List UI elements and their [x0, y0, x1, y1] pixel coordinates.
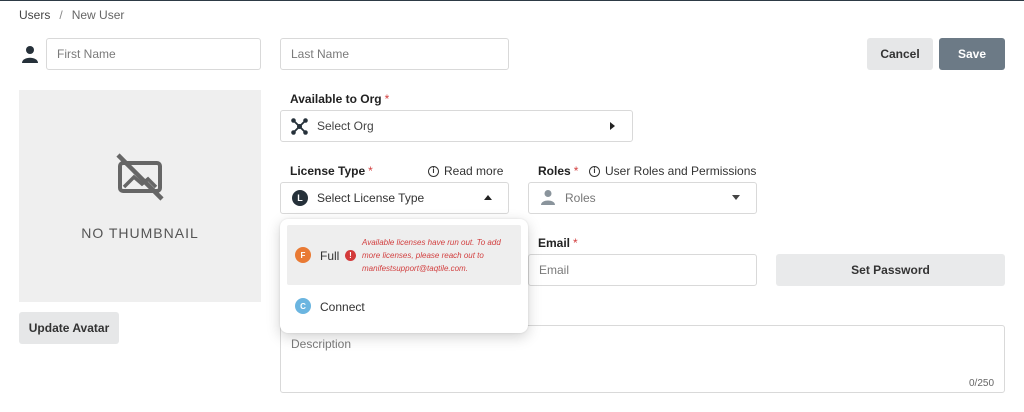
email-field[interactable]: Email	[528, 254, 757, 286]
org-icon	[291, 118, 308, 135]
no-thumbnail-text: NO THUMBNAIL	[81, 225, 199, 241]
description-char-count: 0/250	[969, 378, 995, 389]
info-icon: i	[428, 165, 439, 177]
user-icon	[22, 46, 38, 63]
required-marker: *	[368, 164, 373, 178]
full-license-badge: F	[295, 247, 311, 263]
user-roles-icon	[541, 190, 555, 205]
caret-up-icon	[484, 195, 492, 200]
no-image-icon	[116, 153, 164, 201]
license-badge: L	[292, 190, 308, 206]
email-label: Email *	[538, 236, 578, 250]
set-password-button[interactable]: Set Password	[776, 254, 1005, 286]
breadcrumb-users-link[interactable]: Users	[19, 8, 50, 22]
read-more-link[interactable]: i Read more	[428, 164, 503, 178]
roles-dropdown[interactable]: Roles	[528, 182, 757, 214]
license-type-label: License Type *	[290, 164, 373, 178]
breadcrumb-current: New User	[71, 8, 125, 22]
select-org-dropdown[interactable]: Select Org	[280, 110, 633, 142]
description-textarea[interactable]: Description	[280, 325, 1005, 393]
update-avatar-button[interactable]: Update Avatar	[19, 312, 119, 344]
first-name-input[interactable]: First Name	[46, 38, 261, 70]
license-option-connect[interactable]: Connect	[320, 300, 365, 314]
license-type-dropdown[interactable]: Select License Type	[280, 182, 509, 214]
chevron-right-icon	[610, 122, 615, 130]
required-marker: *	[384, 92, 390, 106]
org-label: Available to Org *	[290, 92, 390, 106]
info-icon: i	[589, 165, 600, 177]
read-more-text: Read more	[444, 164, 504, 178]
full-option-label: Full	[320, 249, 340, 263]
caret-down-icon	[732, 195, 740, 200]
roles-permissions-link[interactable]: i User Roles and Permissions	[589, 164, 756, 178]
cancel-button[interactable]: Cancel	[867, 38, 933, 70]
save-button[interactable]: Save	[939, 38, 1005, 70]
license-warning-text: Available licenses have run out. To add …	[362, 238, 501, 273]
avatar-thumbnail: NO THUMBNAIL	[19, 90, 261, 302]
last-name-input[interactable]: Last Name	[280, 38, 509, 70]
breadcrumb: Users / New User	[19, 8, 124, 22]
roles-label: Roles *	[538, 164, 579, 178]
roles-permissions-text: User Roles and Permissions	[605, 164, 757, 178]
required-marker: *	[573, 164, 579, 178]
breadcrumb-separator: /	[59, 8, 63, 22]
error-icon: !	[345, 250, 356, 261]
connect-license-badge[interactable]: C	[295, 298, 311, 314]
required-marker: *	[573, 236, 578, 250]
